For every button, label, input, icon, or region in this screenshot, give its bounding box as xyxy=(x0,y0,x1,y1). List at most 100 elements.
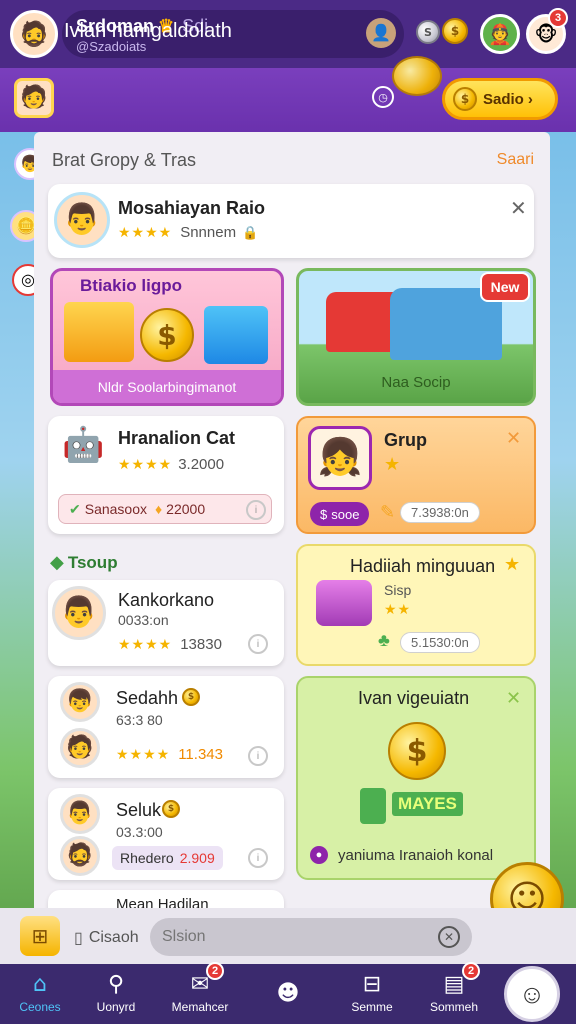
card-b-chip: $ sooe xyxy=(310,502,370,526)
promo-left-title: Btiakio ligpo xyxy=(80,276,182,295)
nav-search[interactable]: ⚲ Uonyrd xyxy=(76,964,156,1024)
messages-badge: 2 xyxy=(206,962,224,980)
gold-coin-icon[interactable]: $ xyxy=(442,18,468,44)
card-e-info-icon[interactable]: i xyxy=(248,746,268,766)
search-input[interactable] xyxy=(150,918,472,956)
card-d-sub: Sisp xyxy=(384,582,412,598)
nav-home[interactable]: ⌂ Ceones xyxy=(0,964,80,1024)
featured-rating: ★★★★ xyxy=(118,224,173,241)
support-chat-icon[interactable]: ☺ xyxy=(504,966,560,1022)
menu-grid-icon[interactable]: ⊞ xyxy=(20,916,60,956)
nav-messages[interactable]: ✉ Memahcer xyxy=(160,964,240,1024)
dollar-coin-icon: $ xyxy=(453,87,477,111)
user-face-icon: 🧔 xyxy=(19,20,49,48)
silver-coin-icon[interactable]: S xyxy=(416,20,440,44)
card-d-value: 5.1530:0n xyxy=(400,632,480,653)
card-f-dot-icon: ● xyxy=(310,846,328,864)
promo-right-caption: Naa Socip xyxy=(381,374,451,391)
inbox-icon: ▤ xyxy=(443,972,465,997)
gold-cta-button[interactable]: $ Sadio › xyxy=(442,78,558,120)
nav-profile[interactable]: ☻ xyxy=(248,964,328,1024)
inbox-badge: 2 xyxy=(462,962,480,980)
card-c-sub: 0033:on xyxy=(118,612,169,628)
featured-face-icon: 👨 xyxy=(63,202,101,237)
card-a-title: Hranalion Cat xyxy=(118,428,236,448)
person-face-2-icon: 🧔 xyxy=(66,843,94,868)
clock-icon[interactable]: ◷ xyxy=(372,86,394,108)
card-a-info-icon[interactable]: i xyxy=(246,500,266,520)
close-icon[interactable]: ✕ xyxy=(510,196,527,221)
person-face-icon: 🧑 xyxy=(66,735,94,760)
arrow-right-icon: › xyxy=(527,90,533,108)
notification-badge: 3 xyxy=(548,8,568,28)
card-c-info-icon[interactable]: i xyxy=(248,634,268,654)
leaf-icon: ✔ xyxy=(69,500,81,517)
fire-icon: ♦ xyxy=(155,501,163,517)
boy-face-icon: 👦 xyxy=(66,689,94,714)
featured-title: Mosahiayan Raio xyxy=(118,198,266,218)
card-f-footer: yaniuma Iranaioh konal xyxy=(338,846,494,864)
card-a-pill: ✔ Sanasoox ♦ 22000 xyxy=(58,494,272,524)
game-avatar[interactable]: 🧑 xyxy=(14,78,54,118)
nav-messages-label: Memahcer xyxy=(171,1000,229,1014)
promo-left-caption: Nldr Soolarbingimanot xyxy=(53,370,281,403)
big-coin-icon: $ xyxy=(140,308,194,362)
nav-inbox[interactable]: ▤ Sommeh xyxy=(414,964,494,1024)
clipboard-icon: ▯ xyxy=(74,930,83,947)
friend-avatar-icon[interactable]: 👤 xyxy=(366,18,396,48)
card-b-close-icon[interactable]: ✕ xyxy=(506,428,521,449)
gift-box-icon xyxy=(204,306,268,364)
robot-icon: 🤖 xyxy=(62,425,105,465)
search-label: Cisaoh xyxy=(88,929,139,946)
card-g-avatar-1: 👨 xyxy=(60,794,100,834)
diamond-icon: ◆ xyxy=(50,552,64,572)
pencil-icon: ✎ xyxy=(380,502,396,522)
clear-search-icon[interactable]: ✕ xyxy=(438,926,460,948)
section-header: ◆ Tsoup xyxy=(50,552,118,573)
card-d-star-icon[interactable]: ★ xyxy=(504,554,521,575)
section-label: Tsoup xyxy=(67,552,118,572)
home-icon: ⌂ xyxy=(33,972,47,997)
card-b-value: 7.3938:0n xyxy=(400,502,480,523)
bottle-icon xyxy=(360,788,386,824)
card-g-sub: 03.3:00 xyxy=(116,824,163,840)
card-e-avatar-2: 🧑 xyxy=(60,728,100,768)
card-g-avatar-2: 🧔 xyxy=(60,836,100,876)
search-icon: ⚲ xyxy=(107,972,125,997)
game-face-icon: 🧑 xyxy=(20,85,48,110)
man-face-icon: 👨 xyxy=(60,595,98,630)
panel-see-all-link[interactable]: Saari xyxy=(497,151,534,169)
profile-icon: ☻ xyxy=(276,981,300,1006)
card-g-info-icon[interactable]: i xyxy=(248,848,268,868)
card-g-name: Seluk xyxy=(116,800,162,820)
panel-title: Brat Gropy & Tras xyxy=(52,150,197,170)
card-e-sub: 63:3 80 xyxy=(116,712,163,728)
card-g-tag-label: Rhedero xyxy=(120,850,174,866)
chat-icon: ✉ xyxy=(190,972,210,997)
gold-coin-decor-icon xyxy=(392,56,442,96)
nav-search-label: Uonyrd xyxy=(96,1000,136,1014)
card-f-close-icon[interactable]: ✕ xyxy=(506,688,521,709)
card-e-meta: 11.343 xyxy=(178,746,223,763)
card-f-title: Ivan vigeuiatn xyxy=(358,688,470,708)
card-b-chip-label: sooe xyxy=(331,506,360,522)
card-a-rating: ★★★★ xyxy=(118,456,173,473)
user-avatar[interactable]: 🧔 xyxy=(10,10,58,58)
card-f-coin-icon: $ xyxy=(388,722,446,780)
card-c-meta: 13830 xyxy=(180,636,222,653)
card-e-rating: ★★★★ xyxy=(116,746,171,763)
card-e-avatar-1: 👦 xyxy=(60,682,100,722)
card-g-coin-icon: $ xyxy=(162,800,180,818)
card-d-title: Hadiiah minguuan xyxy=(350,556,496,576)
card-g-tag: Rhedero 2.909 xyxy=(112,846,223,870)
card-c-name: Kankorkano xyxy=(118,590,215,610)
nav-gifts-label: Semme xyxy=(351,1000,393,1014)
man-face-2-icon: 👨 xyxy=(66,801,94,826)
card-c-avatar: 👨 xyxy=(52,586,106,640)
card-d-stars-icon: ★★ xyxy=(384,602,412,618)
nav-gifts[interactable]: ⊟ Semme xyxy=(332,964,412,1024)
friend-avatar[interactable]: 👲 xyxy=(480,14,520,54)
featured-card[interactable] xyxy=(48,184,534,258)
featured-avatar: 👨 xyxy=(54,192,110,248)
subbar-title: Ivlan hamgaldolath xyxy=(64,20,232,42)
